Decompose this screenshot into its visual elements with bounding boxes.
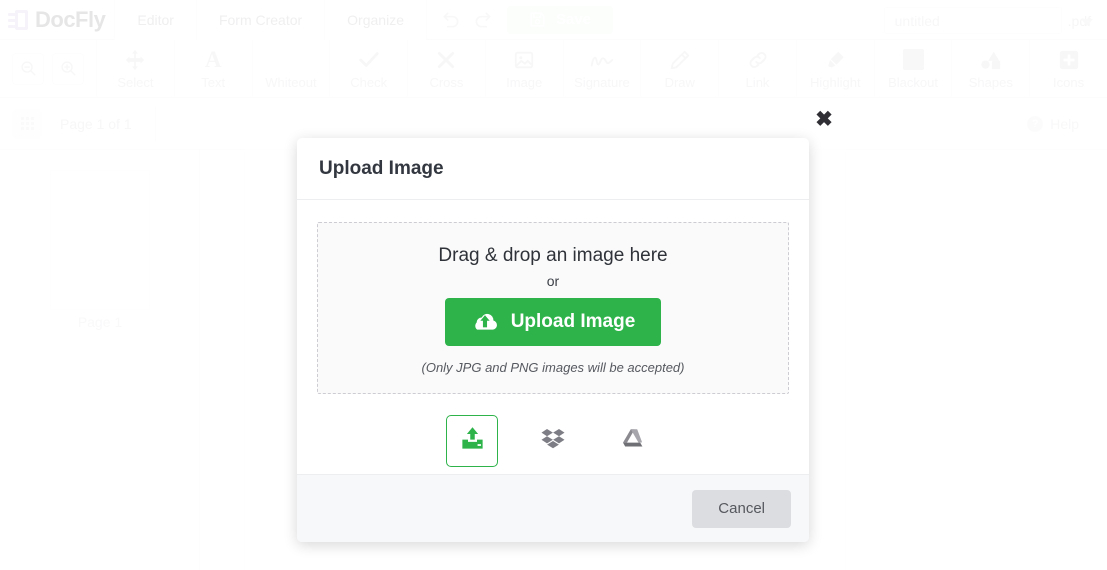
signature-scribble-icon: [589, 48, 615, 72]
tool-whiteout-label: Whiteout: [265, 74, 317, 90]
page-bar-divider: [155, 106, 156, 142]
tab-organize[interactable]: Organize: [324, 0, 427, 40]
tool-cross[interactable]: Cross: [407, 40, 485, 97]
undo-icon[interactable]: [441, 10, 461, 30]
upload-image-modal: Upload Image Drag & drop an image here o…: [297, 138, 809, 542]
page-thumbnail-1-label: Page 1: [77, 314, 123, 330]
tool-icons-label: Icons: [1053, 74, 1085, 90]
tab-form-creator[interactable]: Form Creator: [195, 0, 326, 40]
dropbox-icon: [540, 427, 566, 456]
cloud-upload-icon: [471, 311, 499, 333]
tool-buttons: Select A Text Whiteout Check Cross Image…: [96, 40, 1107, 97]
save-button[interactable]: Save: [506, 5, 614, 34]
tab-editor[interactable]: Editor: [114, 0, 197, 40]
help-button[interactable]: ? Help: [1013, 107, 1093, 141]
filled-square-icon: [902, 48, 924, 72]
modal-title: Upload Image: [319, 157, 444, 179]
filename-input[interactable]: [883, 7, 1062, 34]
zoom-controls: [0, 40, 96, 97]
tool-image[interactable]: Image: [484, 40, 563, 97]
page-thumbnail-1[interactable]: [50, 170, 150, 310]
tool-check[interactable]: Check: [329, 40, 408, 97]
image-dropzone[interactable]: Drag & drop an image here or Upload Imag…: [317, 222, 789, 394]
tool-icons[interactable]: Icons: [1029, 40, 1107, 97]
tool-signature-label: Signature: [574, 74, 630, 90]
redo-icon[interactable]: [473, 10, 493, 30]
tool-shapes-label: Shapes: [968, 74, 1013, 90]
modal-footer: Cancel: [297, 474, 809, 542]
tab-form-creator-label: Form Creator: [218, 11, 303, 28]
tool-blackout-label: Blackout: [888, 74, 938, 90]
tool-check-label: Check: [350, 74, 388, 90]
filename-group: .pdf: [883, 7, 1093, 34]
cross-x-icon: [436, 48, 456, 72]
dropzone-note: (Only JPG and PNG images will be accepte…: [421, 360, 685, 375]
floppy-disk-icon: [529, 11, 546, 28]
question-circle-icon: ?: [1027, 116, 1044, 132]
app-header: DocFly Editor Form Creator Organize Save…: [0, 0, 1107, 40]
tool-signature[interactable]: Signature: [562, 40, 641, 97]
tool-highlight[interactable]: Highlight: [795, 40, 874, 97]
chain-link-icon: [747, 48, 769, 72]
tool-draw-label: Draw: [664, 74, 695, 90]
tool-link-label: Link: [745, 74, 770, 90]
tool-text-label: Text: [201, 74, 226, 90]
source-google-drive[interactable]: [608, 415, 660, 467]
tool-draw[interactable]: Draw: [640, 40, 719, 97]
google-drive-icon: [621, 427, 647, 456]
pencil-icon: [669, 48, 691, 72]
page-indicator: Page 1 of 1: [60, 115, 132, 132]
tool-cross-label: Cross: [429, 74, 464, 90]
source-local-upload[interactable]: [446, 415, 498, 467]
grid-view-icon: [20, 117, 34, 130]
modal-header: Upload Image: [297, 138, 809, 200]
docfly-logo: DocFly: [0, 7, 115, 33]
docfly-editor-window: DocFly Editor Form Creator Organize Save…: [0, 0, 1107, 570]
docfly-logo-mark: [8, 9, 30, 31]
dropzone-headline: Drag & drop an image here: [438, 245, 668, 266]
checkmark-icon: [358, 48, 380, 72]
modal-body: Drag & drop an image here or Upload Imag…: [297, 200, 809, 474]
tool-image-label: Image: [506, 74, 543, 90]
tool-select[interactable]: Select: [96, 40, 174, 97]
thumbnail-sidebar: Page 1: [0, 150, 200, 570]
highlighter-pen-icon: [824, 48, 847, 72]
source-dropbox[interactable]: [527, 415, 579, 467]
help-button-label: Help: [1050, 116, 1079, 132]
tool-select-label: Select: [117, 74, 154, 90]
move-arrows-icon: [124, 48, 146, 72]
plus-square-icon: [1058, 48, 1080, 72]
save-button-label: Save: [555, 11, 592, 28]
zoom-in-icon: [60, 61, 76, 76]
zoom-out-icon: [20, 61, 36, 76]
tab-editor-label: Editor: [137, 11, 174, 28]
tool-blackout[interactable]: Blackout: [873, 40, 952, 97]
chevron-down-icon[interactable]: [1081, 19, 1093, 26]
tool-text[interactable]: A Text: [173, 40, 252, 97]
tool-shapes[interactable]: Shapes: [951, 40, 1030, 97]
white-square-icon: [280, 48, 302, 72]
shapes-icon: [979, 48, 1003, 72]
upload-image-button-label: Upload Image: [510, 311, 636, 332]
close-x-icon[interactable]: ✖: [814, 109, 834, 130]
upload-source-tabs: [317, 415, 789, 467]
grid-view-button[interactable]: [12, 108, 42, 139]
zoom-in-button[interactable]: [52, 52, 84, 85]
upload-tray-icon: [459, 425, 486, 457]
letter-a-icon: A: [204, 46, 222, 72]
tab-organize-label: Organize: [347, 11, 404, 28]
dropzone-or-label: or: [546, 273, 560, 289]
undo-redo-group: [427, 10, 507, 30]
header-tabs: Editor Form Creator Organize: [114, 0, 427, 40]
tool-highlight-label: Highlight: [809, 74, 861, 90]
upload-image-button[interactable]: Upload Image: [444, 298, 662, 346]
zoom-out-button[interactable]: [12, 52, 44, 85]
tool-strip: Select A Text Whiteout Check Cross Image…: [0, 40, 1107, 98]
picture-icon: [513, 48, 535, 72]
tool-whiteout[interactable]: Whiteout: [251, 40, 330, 97]
tool-link[interactable]: Link: [718, 40, 796, 97]
cancel-button[interactable]: Cancel: [692, 489, 791, 528]
docfly-logo-text: DocFly: [35, 6, 106, 32]
